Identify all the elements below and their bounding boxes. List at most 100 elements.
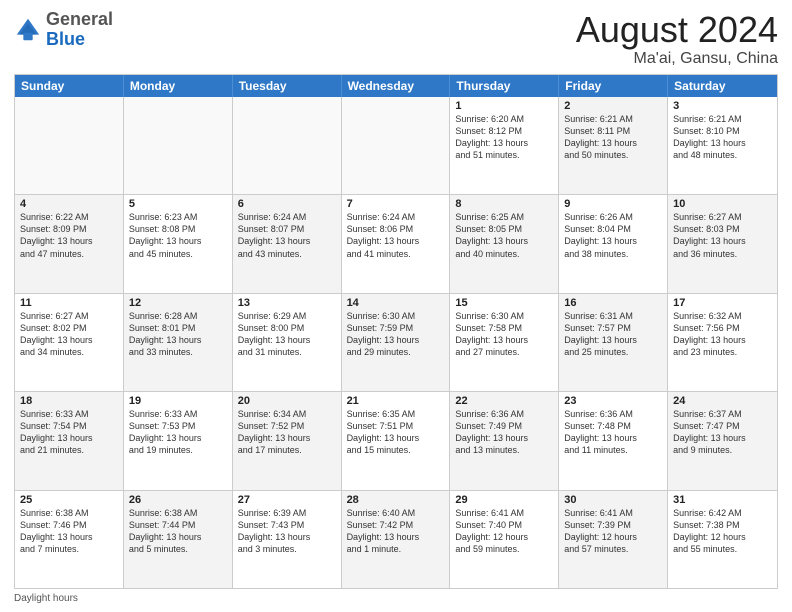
cal-cell: 17Sunrise: 6:32 AM Sunset: 7:56 PM Dayli… <box>668 294 777 391</box>
title-block: August 2024 Ma'ai, Gansu, China <box>576 10 778 68</box>
cell-text: Sunrise: 6:24 AM Sunset: 8:06 PM Dayligh… <box>347 212 420 258</box>
day-number: 13 <box>238 297 336 309</box>
cell-text: Sunrise: 6:38 AM Sunset: 7:46 PM Dayligh… <box>20 508 93 554</box>
cal-cell: 9 Sunrise: 6:26 AM Sunset: 8:04 PM Daylig… <box>559 195 668 292</box>
day-number: 18 <box>20 395 118 407</box>
day-number: 28 <box>347 494 445 506</box>
cal-cell: 5Sunrise: 6:23 AM Sunset: 8:08 PM Daylig… <box>124 195 233 292</box>
cell-text: Sunrise: 6:30 AM Sunset: 7:58 PM Dayligh… <box>455 311 528 357</box>
cal-cell: 1Sunrise: 6:20 AM Sunset: 8:12 PM Daylig… <box>450 97 559 194</box>
day-number: 9 <box>564 198 662 210</box>
cal-cell: 28Sunrise: 6:40 AM Sunset: 7:42 PM Dayli… <box>342 491 451 588</box>
day-number: 5 <box>129 198 227 210</box>
day-number: 2 <box>564 100 662 112</box>
day-number: 12 <box>129 297 227 309</box>
logo: General Blue <box>14 10 113 50</box>
cal-cell: 30 Sunrise: 6:41 AM Sunset: 7:39 PM Dayli… <box>559 491 668 588</box>
cell-text: Sunrise: 6:33 AM Sunset: 7:54 PM Dayligh… <box>20 409 93 455</box>
cal-cell: 18 Sunrise: 6:33 AM Sunset: 7:54 PM Dayli… <box>15 392 124 489</box>
cell-text: Sunrise: 6:22 AM Sunset: 8:09 PM Dayligh… <box>20 212 93 258</box>
cal-cell <box>15 97 124 194</box>
cal-cell: 14 Sunrise: 6:30 AM Sunset: 7:59 PM Dayli… <box>342 294 451 391</box>
cell-text: Sunrise: 6:37 AM Sunset: 7:47 PM Dayligh… <box>673 409 746 455</box>
day-number: 8 <box>455 198 553 210</box>
cell-text: Sunrise: 6:36 AM Sunset: 7:48 PM Dayligh… <box>564 409 637 455</box>
calendar-header-row: SundayMondayTuesdayWednesdayThursdayFrid… <box>15 75 777 97</box>
cal-cell: 7 Sunrise: 6:24 AM Sunset: 8:06 PM Daylig… <box>342 195 451 292</box>
day-number: 7 <box>347 198 445 210</box>
day-number: 22 <box>455 395 553 407</box>
calendar-body: 1Sunrise: 6:20 AM Sunset: 8:12 PM Daylig… <box>15 97 777 588</box>
cal-header-cell: Tuesday <box>233 75 342 97</box>
cell-text: Sunrise: 6:27 AM Sunset: 8:03 PM Dayligh… <box>673 212 746 258</box>
cell-text: Sunrise: 6:41 AM Sunset: 7:40 PM Dayligh… <box>455 508 528 554</box>
cell-text: Sunrise: 6:35 AM Sunset: 7:51 PM Dayligh… <box>347 409 420 455</box>
day-number: 19 <box>129 395 227 407</box>
day-number: 26 <box>129 494 227 506</box>
cell-text: Sunrise: 6:33 AM Sunset: 7:53 PM Dayligh… <box>129 409 202 455</box>
cal-cell: 12Sunrise: 6:28 AM Sunset: 8:01 PM Dayli… <box>124 294 233 391</box>
cell-text: Sunrise: 6:21 AM Sunset: 8:10 PM Dayligh… <box>673 114 746 160</box>
cell-text: Sunrise: 6:26 AM Sunset: 8:04 PM Dayligh… <box>564 212 637 258</box>
cell-text: Sunrise: 6:39 AM Sunset: 7:43 PM Dayligh… <box>238 508 311 554</box>
cal-cell: 15 Sunrise: 6:30 AM Sunset: 7:58 PM Dayli… <box>450 294 559 391</box>
cal-header-cell: Sunday <box>15 75 124 97</box>
cal-cell: 29Sunrise: 6:41 AM Sunset: 7:40 PM Dayli… <box>450 491 559 588</box>
day-number: 31 <box>673 494 772 506</box>
cal-cell: 26 Sunrise: 6:38 AM Sunset: 7:44 PM Dayli… <box>124 491 233 588</box>
cell-text: Sunrise: 6:30 AM Sunset: 7:59 PM Dayligh… <box>347 311 420 357</box>
day-number: 20 <box>238 395 336 407</box>
day-number: 27 <box>238 494 336 506</box>
logo-text: General Blue <box>46 10 113 50</box>
cal-header-cell: Saturday <box>668 75 777 97</box>
cell-text: Sunrise: 6:20 AM Sunset: 8:12 PM Dayligh… <box>455 114 528 160</box>
cell-text: Sunrise: 6:24 AM Sunset: 8:07 PM Dayligh… <box>238 212 311 258</box>
cal-cell <box>124 97 233 194</box>
day-number: 10 <box>673 198 772 210</box>
cal-cell: 3 Sunrise: 6:21 AM Sunset: 8:10 PM Daylig… <box>668 97 777 194</box>
cal-cell: 2Sunrise: 6:21 AM Sunset: 8:11 PM Daylig… <box>559 97 668 194</box>
cal-cell: 31 Sunrise: 6:42 AM Sunset: 7:38 PM Dayli… <box>668 491 777 588</box>
day-number: 11 <box>20 297 118 309</box>
day-number: 3 <box>673 100 772 112</box>
day-number: 30 <box>564 494 662 506</box>
day-number: 25 <box>20 494 118 506</box>
header: General Blue August 2024 Ma'ai, Gansu, C… <box>14 10 778 68</box>
cal-row: 1Sunrise: 6:20 AM Sunset: 8:12 PM Daylig… <box>15 97 777 194</box>
cal-cell: 6 Sunrise: 6:24 AM Sunset: 8:07 PM Daylig… <box>233 195 342 292</box>
cal-cell: 25 Sunrise: 6:38 AM Sunset: 7:46 PM Dayli… <box>15 491 124 588</box>
cell-text: Sunrise: 6:38 AM Sunset: 7:44 PM Dayligh… <box>129 508 202 554</box>
day-number: 6 <box>238 198 336 210</box>
logo-general: General <box>46 9 113 29</box>
cal-cell: 21 Sunrise: 6:35 AM Sunset: 7:51 PM Dayli… <box>342 392 451 489</box>
cal-row: 18 Sunrise: 6:33 AM Sunset: 7:54 PM Dayli… <box>15 391 777 489</box>
cell-text: Sunrise: 6:32 AM Sunset: 7:56 PM Dayligh… <box>673 311 746 357</box>
cal-cell: 10 Sunrise: 6:27 AM Sunset: 8:03 PM Dayli… <box>668 195 777 292</box>
calendar: SundayMondayTuesdayWednesdayThursdayFrid… <box>14 74 778 589</box>
cal-cell <box>342 97 451 194</box>
cell-text: Sunrise: 6:31 AM Sunset: 7:57 PM Dayligh… <box>564 311 637 357</box>
cal-header-cell: Thursday <box>450 75 559 97</box>
cal-cell: 27 Sunrise: 6:39 AM Sunset: 7:43 PM Dayli… <box>233 491 342 588</box>
cell-text: Sunrise: 6:42 AM Sunset: 7:38 PM Dayligh… <box>673 508 746 554</box>
cell-text: Sunrise: 6:41 AM Sunset: 7:39 PM Dayligh… <box>564 508 637 554</box>
cal-cell: 23 Sunrise: 6:36 AM Sunset: 7:48 PM Dayli… <box>559 392 668 489</box>
day-number: 24 <box>673 395 772 407</box>
daylight-label: Daylight hours <box>14 593 78 604</box>
cal-row: 11 Sunrise: 6:27 AM Sunset: 8:02 PM Dayli… <box>15 293 777 391</box>
day-number: 14 <box>347 297 445 309</box>
day-number: 16 <box>564 297 662 309</box>
cal-cell: 16 Sunrise: 6:31 AM Sunset: 7:57 PM Dayli… <box>559 294 668 391</box>
cal-cell: 20Sunrise: 6:34 AM Sunset: 7:52 PM Dayli… <box>233 392 342 489</box>
cal-row: 25 Sunrise: 6:38 AM Sunset: 7:46 PM Dayli… <box>15 490 777 588</box>
day-number: 21 <box>347 395 445 407</box>
cal-cell <box>233 97 342 194</box>
month-year: August 2024 <box>576 10 778 50</box>
day-number: 15 <box>455 297 553 309</box>
cell-text: Sunrise: 6:29 AM Sunset: 8:00 PM Dayligh… <box>238 311 311 357</box>
footer: Daylight hours <box>14 593 778 604</box>
cell-text: Sunrise: 6:27 AM Sunset: 8:02 PM Dayligh… <box>20 311 93 357</box>
day-number: 23 <box>564 395 662 407</box>
cal-header-cell: Friday <box>559 75 668 97</box>
location: Ma'ai, Gansu, China <box>576 50 778 68</box>
